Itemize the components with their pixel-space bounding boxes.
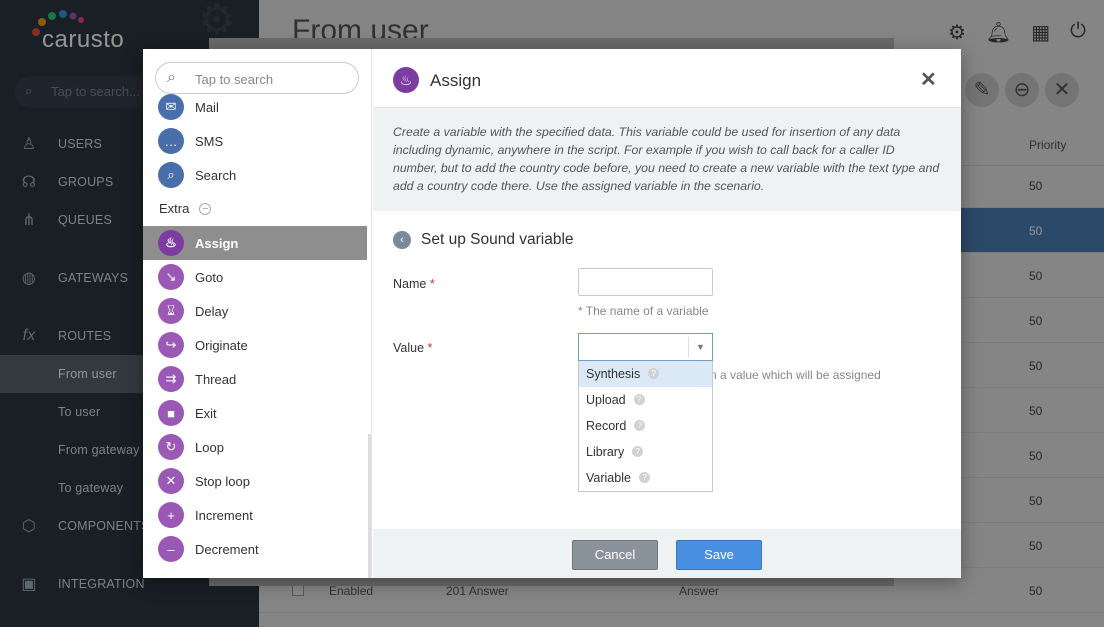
- palette-item-mail[interactable]: ✉ Mail: [143, 90, 367, 124]
- name-label: Name *: [393, 277, 435, 291]
- palette-item-label: Thread: [195, 371, 237, 387]
- palette-item-label: Delay: [195, 303, 229, 319]
- palette-item-label: Search: [195, 167, 237, 183]
- palette-item-delay[interactable]: ⌛︎ Delay: [143, 294, 367, 328]
- dropdown-option-synthesis[interactable]: Synthesis?: [579, 361, 712, 387]
- help-icon[interactable]: ?: [633, 394, 645, 405]
- palette-item-search[interactable]: ⌕ Search: [143, 158, 367, 192]
- palette-item-originate[interactable]: ↪ Originate: [143, 328, 367, 362]
- assign-dialog: ⌕ Tap to search ✉ Mail … SMS ⌕ Search Extra…: [143, 49, 961, 578]
- palette-item-increment[interactable]: + Increment: [143, 498, 367, 532]
- help-icon[interactable]: ?: [632, 446, 644, 457]
- thread-icon: ⇉: [158, 366, 184, 392]
- section-title: Set up Sound variable: [421, 231, 574, 248]
- palette-group-label: Extra: [159, 201, 190, 216]
- block-palette: ⌕ Tap to search ✉ Mail … SMS ⌕ Search Extra…: [143, 49, 372, 578]
- palette-item-exit[interactable]: ■ Exit: [143, 396, 367, 430]
- palette-item-label: Increment: [195, 507, 253, 523]
- section-header: ‹ Set up Sound variable: [393, 231, 574, 249]
- palette-item-label: SMS: [195, 133, 224, 149]
- required-mark: *: [427, 341, 433, 355]
- palette-scrollbar[interactable]: [368, 434, 371, 578]
- palette-item-loop[interactable]: ↻ Loop: [143, 430, 367, 464]
- value-label-text: Value: [393, 341, 425, 355]
- sms-icon: …: [158, 128, 184, 154]
- palette-item-label: Stop loop: [195, 473, 250, 489]
- palette-item-stop-loop[interactable]: ✕ Stop loop: [143, 464, 367, 498]
- required-mark: *: [429, 277, 435, 291]
- save-button[interactable]: Save: [676, 540, 762, 570]
- option-label: Library: [586, 445, 625, 459]
- palette-item-thread[interactable]: ⇉ Thread: [143, 362, 367, 396]
- palette-item-label: Goto: [195, 269, 224, 285]
- option-label: Record: [586, 419, 627, 433]
- stop-loop-icon: ✕: [158, 468, 184, 494]
- dialog-title: Assign: [430, 71, 482, 90]
- palette-item-label: Mail: [195, 99, 219, 115]
- minus-icon: –: [158, 536, 184, 562]
- flame-icon: ♨: [158, 230, 184, 256]
- value-dropdown: Synthesis? Upload? Record? Library? Vari…: [578, 361, 713, 492]
- option-label: Upload: [586, 393, 626, 407]
- cancel-button[interactable]: Cancel: [572, 540, 658, 570]
- palette-group-extra[interactable]: Extra –: [159, 201, 212, 216]
- palette-search-placeholder: Tap to search: [195, 72, 274, 87]
- palette-item-label: Exit: [195, 405, 217, 421]
- palette-item-label: Assign: [195, 235, 239, 251]
- name-hint: * The name of a variable: [578, 304, 709, 318]
- loop-icon: ↻: [158, 434, 184, 460]
- option-label: Synthesis: [586, 367, 641, 381]
- palette-item-label: Originate: [195, 337, 248, 353]
- palette-item-label: Loop: [195, 439, 224, 455]
- value-label: Value *: [393, 341, 432, 355]
- palette-item-decrement[interactable]: – Decrement: [143, 532, 367, 566]
- dialog-description: Create a variable with the specified dat…: [373, 108, 961, 211]
- chevron-left-icon[interactable]: ‹: [393, 231, 411, 249]
- value-select[interactable]: ▼: [578, 333, 713, 361]
- plus-icon: +: [158, 502, 184, 528]
- value-hint: n a value which will be assigned: [710, 368, 881, 382]
- dropdown-option-upload[interactable]: Upload?: [579, 387, 712, 413]
- help-icon[interactable]: ?: [638, 472, 650, 483]
- palette-item-label: Decrement: [195, 541, 259, 557]
- search-icon: ⌕: [158, 162, 184, 188]
- flame-icon: ♨: [393, 67, 419, 93]
- name-label-text: Name: [393, 277, 427, 291]
- assign-settings-pane: ♨ Assign ✕ Create a variable with the sp…: [373, 49, 961, 578]
- dropdown-option-variable[interactable]: Variable?: [579, 465, 712, 491]
- originate-icon: ↪: [158, 332, 184, 358]
- chevron-down-icon[interactable]: ▼: [688, 337, 712, 357]
- search-icon: ⌕: [167, 69, 176, 86]
- stop-icon: ■: [158, 400, 184, 426]
- name-field[interactable]: [578, 268, 713, 296]
- close-icon[interactable]: ✕: [920, 67, 937, 92]
- dialog-header: ♨ Assign ✕: [373, 49, 961, 108]
- dropdown-option-library[interactable]: Library?: [579, 439, 712, 465]
- help-icon[interactable]: ?: [634, 420, 646, 431]
- palette-item-goto[interactable]: ↘ Goto: [143, 260, 367, 294]
- goto-icon: ↘: [158, 264, 184, 290]
- hourglass-icon: ⌛︎: [158, 298, 184, 324]
- collapse-icon[interactable]: –: [199, 202, 212, 215]
- palette-item-assign[interactable]: ♨ Assign: [143, 226, 367, 260]
- mail-icon: ✉: [158, 94, 184, 120]
- help-icon[interactable]: ?: [648, 368, 660, 379]
- option-label: Variable: [586, 471, 631, 485]
- dropdown-option-record[interactable]: Record?: [579, 413, 712, 439]
- palette-item-sms[interactable]: … SMS: [143, 124, 367, 158]
- dialog-footer: Cancel Save: [373, 529, 961, 578]
